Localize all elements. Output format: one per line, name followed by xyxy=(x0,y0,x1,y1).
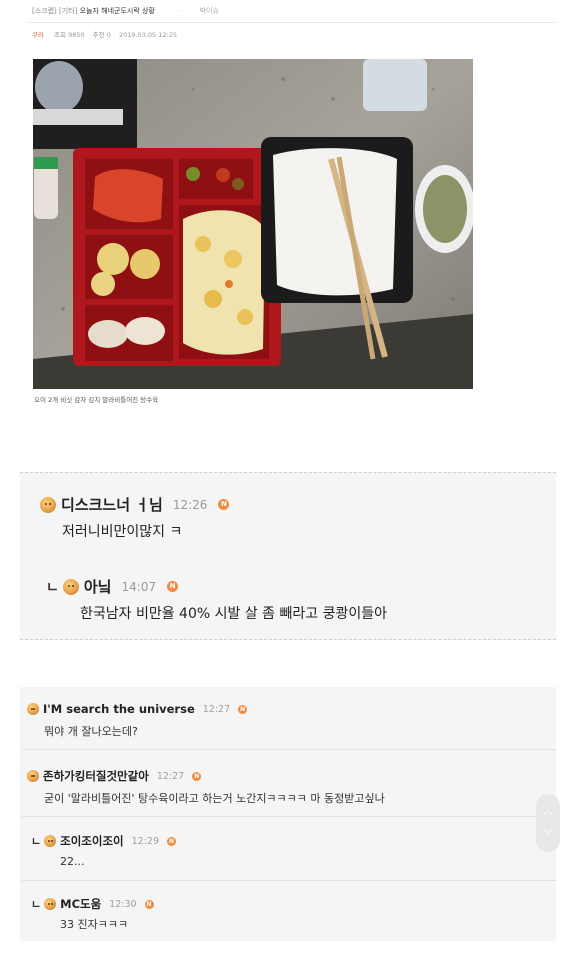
comment-time: 12:27 xyxy=(202,703,231,715)
comment-text: 33 진자ㅋㅋㅋ xyxy=(60,918,129,931)
new-badge: N xyxy=(192,771,202,781)
comment-author[interactable]: I'M search the universe xyxy=(43,702,195,716)
comment-header: 존하가킹터질것만같아 12:27 N xyxy=(27,768,202,784)
avatar-icon xyxy=(44,835,57,847)
scroll-control: ︿ ﹀ xyxy=(536,794,560,852)
post-title: 오늘자 해네군도시락 상황 xyxy=(79,7,155,15)
category-scrap-link[interactable]: [스크랩] xyxy=(32,7,57,15)
reply-arrow-icon: ㄴ xyxy=(46,579,59,596)
comment-author[interactable]: 아닠 xyxy=(84,576,112,597)
avatar-icon xyxy=(27,770,39,782)
new-badge: N xyxy=(144,899,154,909)
photo-caption: 오이 2개 비싯 감자 김치 말라비틀어진 탕수육 xyxy=(34,396,159,404)
comment-header: 디스크느너 ㅓ님 12:26 N xyxy=(40,494,230,515)
category-etc-link[interactable]: [기타] xyxy=(59,7,77,15)
comment-author[interactable]: 존하가킹터질것만같아 xyxy=(43,768,149,784)
post-header: [스크랩] [기타] 오늘자 해네군도시락 상황 · 박이슈 xyxy=(0,0,576,24)
meta-views: 조회 9850 xyxy=(54,31,85,39)
comment-text: 굳이 '말라비틀어진' 탕수육이라고 하는거 노간지ㅋㅋㅋㅋ 마 동정받고싶나 xyxy=(44,792,385,805)
comment-author[interactable]: 조이조이조이 xyxy=(60,833,123,849)
comment-time: 12:26 xyxy=(172,497,208,512)
meta-nickname[interactable]: 쿠라 xyxy=(32,31,44,39)
reply-header: ㄴ MC도움 12:30 N xyxy=(31,896,154,912)
avatar-icon xyxy=(44,898,57,910)
comment-author[interactable]: 디스크느너 ㅓ님 xyxy=(61,494,163,515)
meta-date: 2019.03.05 12:25 xyxy=(118,31,177,39)
meta-recommend: 추천 0 xyxy=(92,31,111,39)
scroll-down-button[interactable]: ﹀ xyxy=(536,824,560,846)
divider xyxy=(22,749,556,750)
comment-time: 12:30 xyxy=(109,898,137,910)
reply-header: ㄴ 아닠 14:07 N xyxy=(46,576,179,597)
comment-text: 22... xyxy=(60,855,85,868)
comment-time: 12:27 xyxy=(156,770,185,782)
reply-header: ㄴ 조이조이조이 12:29 N xyxy=(31,833,176,849)
comment-text: 뭐야 개 잘나오는데? xyxy=(44,725,138,738)
scroll-up-button[interactable]: ︿ xyxy=(536,800,560,822)
comment-time: 14:07 xyxy=(121,579,157,594)
comment-text: 한국남자 비만율 40% 시발 살 좀 빼라고 쿵쾅이들아 xyxy=(80,606,387,622)
separator-dot: · xyxy=(177,7,180,15)
avatar-icon xyxy=(40,496,56,513)
breadcrumb: [스크랩] [기타] 오늘자 해네군도시락 상황 · 박이슈 xyxy=(32,6,219,16)
comment-text: 저러니비만이많지 ㅋ xyxy=(62,524,183,540)
comment-header: I'M search the universe 12:27 N xyxy=(27,702,248,716)
comment-time: 12:29 xyxy=(131,835,159,847)
divider xyxy=(22,816,556,817)
divider xyxy=(22,880,556,881)
new-badge: N xyxy=(238,704,248,714)
divider xyxy=(28,22,556,23)
post-author[interactable]: 박이슈 xyxy=(200,7,219,15)
new-badge: N xyxy=(218,499,230,510)
post-meta: 쿠라 조회 9850 추천 0 2019.03.05 12:25 xyxy=(32,29,183,39)
new-badge: N xyxy=(167,581,179,592)
avatar-icon xyxy=(62,578,79,595)
post-photo xyxy=(33,59,473,389)
new-badge: N xyxy=(167,836,176,846)
avatar-icon xyxy=(27,703,39,715)
reply-arrow-icon: ㄴ xyxy=(31,898,42,911)
reply-arrow-icon: ㄴ xyxy=(31,835,42,848)
comment-author[interactable]: MC도움 xyxy=(60,896,101,912)
